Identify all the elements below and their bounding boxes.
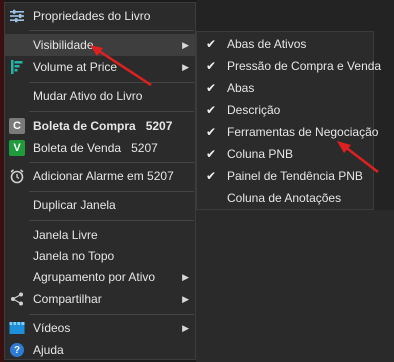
menu-item-ajuda[interactable]: ? Ajuda	[5, 339, 195, 361]
menu-item-label: Volume at Price	[33, 60, 118, 74]
submenu-item-label: Abas de Ativos	[227, 37, 307, 51]
submenu-item-label: Coluna de Anotações	[227, 191, 342, 205]
checkmark-icon: ✔	[205, 169, 217, 183]
menu-item-label: Janela no Topo	[33, 249, 115, 263]
checkmark-icon: ✔	[205, 147, 217, 161]
submenu-item-label: Painel de Tendência PNB	[227, 169, 363, 183]
menu-separator	[29, 82, 194, 83]
menu-item-label: Compartilhar	[33, 292, 102, 306]
menu-item-janela-livre[interactable]: Janela Livre	[5, 224, 195, 246]
visibility-submenu: ✔ Abas de Ativos ✔ Pressão de Compra e V…	[196, 31, 381, 210]
menu-item-visibilidade[interactable]: Visibilidade ▶	[5, 34, 195, 56]
menu-separator	[29, 162, 194, 163]
submenu-item-label: Pressão de Compra e Venda	[227, 59, 382, 73]
volume-at-price-icon	[8, 58, 26, 76]
menu-item-propriedades[interactable]: Propriedades do Livro	[5, 5, 195, 27]
background-panel-lower	[196, 210, 394, 362]
checkmark-icon: ✔	[205, 103, 217, 117]
buy-order-icon: C	[8, 117, 26, 135]
context-menu: Propriedades do Livro Visibilidade ▶ Vol…	[4, 2, 196, 360]
menu-item-label-text: Boleta de Compra	[33, 119, 136, 133]
chevron-right-icon: ▶	[182, 293, 189, 304]
buy-order-icon-glyph: C	[9, 118, 25, 134]
menu-item-label: Visibilidade	[33, 38, 94, 52]
menu-item-label: Vídeos	[33, 321, 71, 335]
submenu-item-ferramentas[interactable]: ✔ Ferramentas de Negociação	[197, 121, 378, 143]
menu-item-adicionar-alarme[interactable]: Adicionar Alarme em 5207	[5, 165, 195, 187]
submenu-item-label: Descrição	[227, 103, 281, 117]
help-icon-glyph: ?	[10, 343, 24, 357]
submenu-item-label: Ferramentas de Negociação	[227, 125, 379, 139]
chevron-right-icon: ▶	[182, 61, 189, 72]
menu-separator	[29, 30, 194, 31]
menu-item-compartilhar[interactable]: Compartilhar ▶	[5, 288, 195, 310]
video-icon	[8, 319, 26, 337]
checkmark-icon: ✔	[205, 81, 217, 95]
submenu-item-pressao[interactable]: ✔ Pressão de Compra e Venda	[197, 55, 381, 77]
menu-item-label: Duplicar Janela	[33, 198, 116, 212]
menu-item-label: Propriedades do Livro	[33, 9, 151, 23]
menu-item-label: Mudar Ativo do Livro	[33, 89, 143, 103]
chevron-right-icon: ▶	[182, 322, 189, 333]
submenu-item-coluna-pnb[interactable]: ✔ Coluna PNB	[197, 143, 373, 165]
alarm-clock-icon	[8, 167, 26, 185]
menu-separator	[29, 191, 194, 192]
menu-separator	[29, 111, 194, 112]
submenu-item-abas[interactable]: ✔ Abas	[197, 77, 373, 99]
menu-item-label: Adicionar Alarme em 5207	[33, 169, 174, 183]
submenu-item-coluna-anotacoes[interactable]: Coluna de Anotações	[197, 187, 373, 209]
menu-item-shortcut: 5207	[131, 141, 158, 155]
menu-item-label: Boleta de Venda 5207	[33, 141, 158, 155]
checkmark-icon: ✔	[205, 37, 217, 51]
menu-item-agrupamento[interactable]: Agrupamento por Ativo ▶	[5, 266, 195, 288]
menu-item-label: Boleta de Compra 5207	[33, 119, 172, 133]
checkmark-icon: ✔	[205, 125, 217, 139]
menu-item-mudar-ativo[interactable]: Mudar Ativo do Livro	[5, 85, 195, 107]
submenu-item-label: Abas	[227, 81, 255, 95]
menu-item-videos[interactable]: Vídeos ▶	[5, 317, 195, 339]
sell-order-icon: V	[8, 139, 26, 157]
menu-item-duplicar-janela[interactable]: Duplicar Janela	[5, 194, 195, 216]
menu-item-shortcut: 5207	[145, 119, 173, 133]
help-icon: ?	[8, 341, 26, 359]
menu-item-boleta-compra[interactable]: C Boleta de Compra 5207	[5, 115, 195, 137]
chevron-right-icon: ▶	[182, 271, 189, 282]
sell-order-icon-glyph: V	[9, 140, 25, 156]
submenu-item-abas-de-ativos[interactable]: ✔ Abas de Ativos	[197, 33, 373, 55]
submenu-item-painel-tendencia[interactable]: ✔ Painel de Tendência PNB	[197, 165, 373, 187]
menu-item-janela-no-topo[interactable]: Janela no Topo	[5, 245, 195, 267]
menu-separator	[29, 220, 194, 221]
submenu-item-label: Coluna PNB	[227, 147, 294, 161]
menu-item-label: Janela Livre	[33, 228, 98, 242]
menu-item-boleta-venda[interactable]: V Boleta de Venda 5207	[5, 137, 195, 159]
settings-sliders-icon	[8, 7, 26, 25]
menu-item-volume-at-price[interactable]: Volume at Price ▶	[5, 56, 195, 78]
menu-item-label-text: Boleta de Venda	[33, 141, 122, 155]
chevron-right-icon: ▶	[182, 39, 189, 50]
checkmark-icon: ✔	[205, 59, 217, 73]
menu-item-label: Agrupamento por Ativo	[33, 270, 156, 284]
submenu-item-descricao[interactable]: ✔ Descrição	[197, 99, 373, 121]
menu-separator	[29, 314, 194, 315]
share-icon	[8, 290, 26, 308]
menu-item-label: Ajuda	[33, 343, 64, 357]
